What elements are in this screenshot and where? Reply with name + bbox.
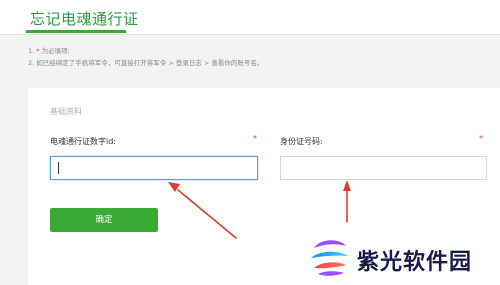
page-title: 忘记电魂通行证 [30,10,139,28]
watermark-logo-icon [311,240,348,276]
confirm-button[interactable]: 确定 [50,208,158,232]
header-divider [0,34,500,35]
section-label: 基础资料 [50,107,82,116]
idcard-field-label: 身份证号码: [280,137,323,146]
watermark: 紫光软件园 [302,232,500,285]
text-caret [58,162,59,174]
idcard-input[interactable] [280,156,487,180]
note-required-text: 为必填项; [39,47,70,55]
note-token-hint: 2. 如已经绑定了手机将军令，可直接打开将军令 > 登录日志 > 查看你的账号名… [28,59,264,67]
instructions: 1. * 为必填项; 2. 如已经绑定了手机将军令，可直接打开将军令 > 登录日… [28,45,263,69]
idcard-required-asterisk: * [479,134,483,143]
title-underline [26,30,126,33]
id-input[interactable] [50,156,258,180]
id-required-asterisk: * [253,134,257,143]
note-required: 1. * 为必填项; [28,45,263,57]
id-field-label: 电魂通行证数字id: [50,137,116,146]
watermark-text: 紫光软件园 [357,250,473,275]
